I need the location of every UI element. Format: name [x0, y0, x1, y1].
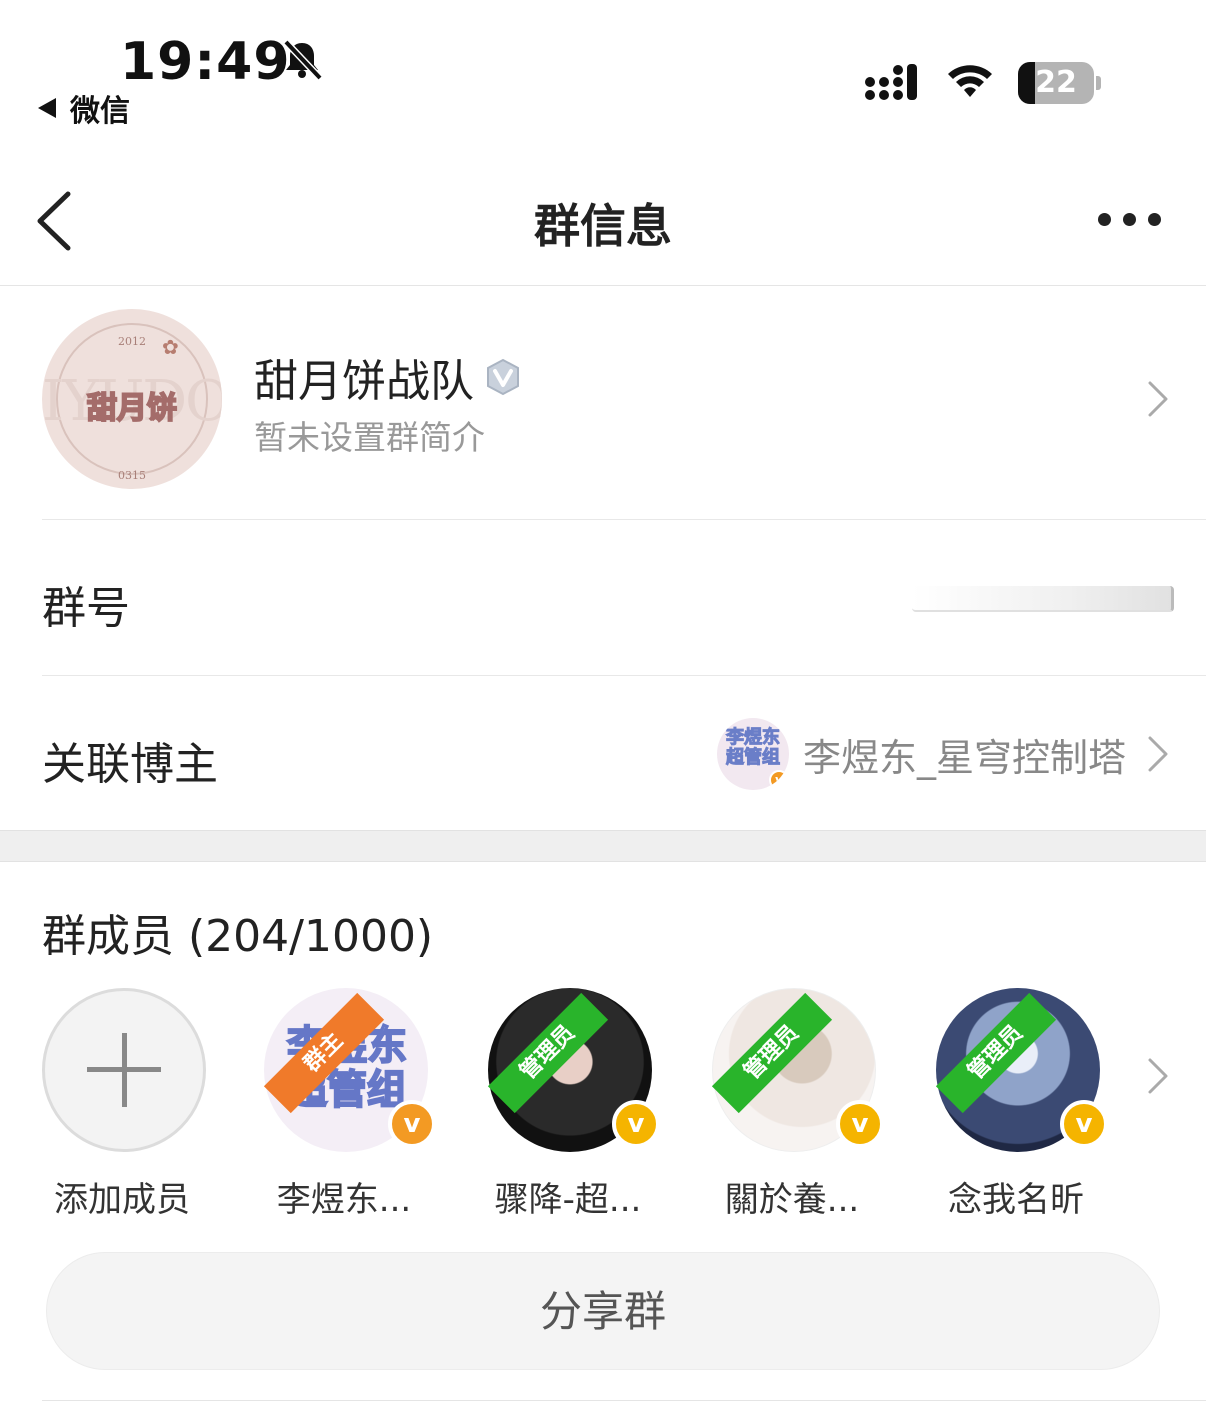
bell-muted-icon	[283, 39, 323, 81]
linked-blogger-row[interactable]: 关联博主 李煜东超管组 v 李煜东_星穹控制塔	[0, 676, 1206, 830]
members-title: 群成员 (204/1000)	[42, 911, 434, 962]
chevron-right-icon	[1148, 736, 1168, 772]
group-avatar-code: 0315	[118, 469, 146, 482]
verified-icon: v	[836, 1100, 884, 1148]
add-member-label: 添加成员	[54, 1180, 190, 1220]
paw-icon: ✿	[162, 335, 179, 359]
verified-icon: v	[612, 1100, 660, 1148]
status-time: 19:49	[120, 32, 291, 92]
member-item[interactable]: 管理员 v 關於養...	[711, 984, 932, 1220]
battery-level: 22	[1035, 65, 1077, 100]
add-member-button[interactable]: 添加成员	[42, 984, 262, 1220]
group-name-text: 甜月饼战队	[254, 356, 474, 407]
linked-blogger: 李煜东超管组 v 李煜东_星穹控制塔	[716, 716, 1166, 792]
group-name: 甜月饼战队	[254, 345, 522, 409]
status-bar: 19:49 微信 22	[0, 0, 1206, 140]
battery-indicator: 22	[1018, 62, 1101, 104]
group-id-value-redacted	[912, 586, 1174, 612]
group-id-row[interactable]: 群号	[0, 520, 1206, 674]
group-profile-row[interactable]: IYUDON 2012 ✿ 甜月饼 0315 甜月饼战队 暂未设置群简介	[0, 287, 1206, 519]
group-id-label: 群号	[42, 583, 130, 634]
divider	[42, 1400, 1206, 1401]
blogger-avatar: 李煜东超管组 v	[716, 718, 789, 790]
verified-icon: v	[388, 1100, 436, 1148]
member-name: 李煜东...	[276, 1180, 412, 1220]
plus-icon	[42, 988, 206, 1152]
member-item[interactable]: 李煜东超管组 群主 v 李煜东...	[263, 984, 484, 1220]
chevron-right-icon	[1148, 381, 1168, 417]
nav-bar: 群信息	[0, 150, 1206, 286]
verified-icon: v	[768, 770, 789, 790]
group-avatar-year: 2012	[118, 335, 146, 348]
member-name: 念我名昕	[948, 1180, 1084, 1220]
wifi-icon	[948, 65, 992, 97]
group-description: 暂未设置群简介	[254, 418, 485, 457]
page-title: 群信息	[534, 199, 672, 253]
group-avatar: IYUDON 2012 ✿ 甜月饼 0315	[42, 309, 222, 489]
group-avatar-logo: 甜月饼	[86, 390, 178, 427]
back-to-wechat[interactable]: 微信	[38, 86, 130, 130]
cellular-signal-icon	[865, 64, 917, 100]
member-item[interactable]: 管理员 v 念我名昕	[935, 984, 1156, 1220]
verified-group-icon	[487, 358, 519, 396]
more-options-button[interactable]	[1092, 206, 1168, 234]
member-name: 關於養...	[724, 1180, 860, 1220]
verified-icon: v	[1060, 1100, 1108, 1148]
blogger-avatar-text: 李煜东超管组	[725, 727, 780, 768]
linked-blogger-label: 关联博主	[42, 739, 218, 790]
members-more-chevron-icon[interactable]	[1146, 1056, 1170, 1096]
section-separator	[0, 830, 1206, 862]
blogger-name: 李煜东_星穹控制塔	[802, 735, 1126, 780]
share-group-button[interactable]: 分享群	[46, 1252, 1160, 1370]
back-app-label: 微信	[70, 94, 130, 129]
member-item[interactable]: 管理员 v 骤降-超...	[487, 984, 708, 1220]
back-triangle-icon	[38, 98, 56, 118]
member-name: 骤降-超...	[494, 1180, 642, 1220]
